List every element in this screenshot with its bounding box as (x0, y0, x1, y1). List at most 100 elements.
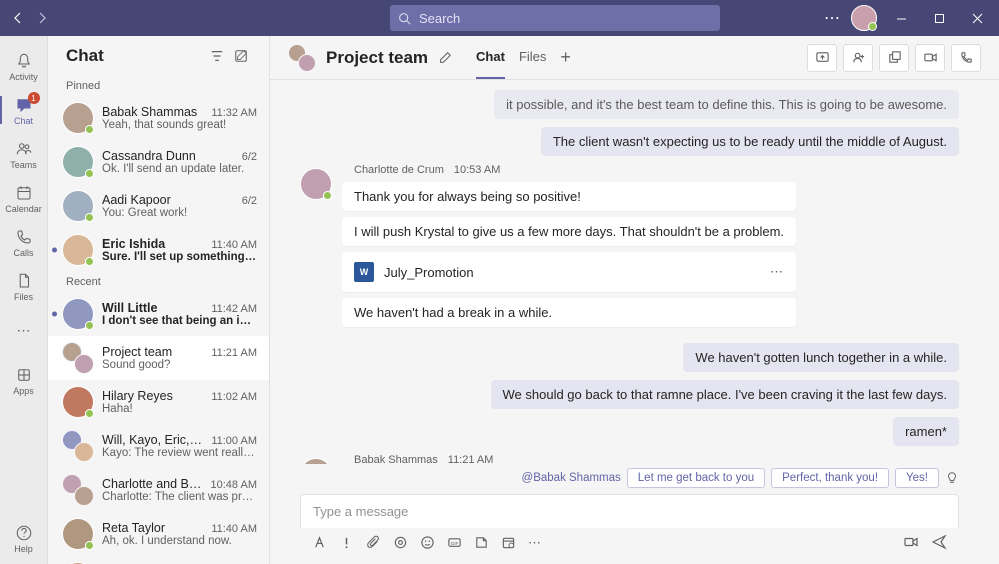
chat-name: Aadi Kapoor (102, 193, 236, 207)
chat-time: 10:48 AM (211, 479, 257, 491)
rail-label: Files (14, 292, 33, 302)
emoji-icon[interactable] (420, 535, 435, 550)
camera-icon[interactable] (903, 534, 919, 550)
chat-row[interactable]: Aadi Kapoor6/2You: Great work! (48, 184, 269, 228)
message-time: 11:21 AM (448, 454, 494, 464)
more-icon: ⋯ (14, 320, 34, 340)
chat-time: 11:32 AM (211, 107, 257, 119)
phone-icon (14, 227, 34, 247)
search-input[interactable] (419, 11, 712, 26)
message-outgoing: it possible, and it's the best team to d… (494, 90, 959, 119)
nav-back[interactable] (6, 6, 30, 30)
rail-apps[interactable]: Apps (0, 360, 48, 400)
avatar (62, 518, 94, 550)
compose-input[interactable]: Type a message (300, 494, 959, 528)
avatar (62, 190, 94, 222)
chat-time: 11:42 AM (211, 303, 257, 315)
rail-label: Calls (13, 248, 33, 258)
sticker-icon[interactable] (474, 535, 489, 550)
message-outgoing: We should go back to that ramne place. I… (491, 380, 960, 409)
titlebar: ⋯ (0, 0, 999, 36)
window-close[interactable] (963, 4, 991, 32)
avatar (300, 168, 332, 200)
chat-row[interactable]: Will, Kayo, Eric, +511:00 AMKayo: The re… (48, 424, 269, 468)
chat-name: Reta Taylor (102, 521, 205, 535)
chat-name: Hilary Reyes (102, 389, 205, 403)
video-call-icon[interactable] (915, 44, 945, 72)
attachment-more-icon[interactable]: ⋯ (770, 264, 784, 280)
chat-name: Eric Ishida (102, 237, 205, 251)
message-incoming: I will push Krystal to give us a few mor… (342, 217, 796, 246)
priority-icon[interactable] (339, 535, 354, 550)
rail-more[interactable]: ⋯ (0, 310, 48, 350)
rail-label: Calendar (5, 204, 42, 214)
rail-teams[interactable]: Teams (0, 134, 48, 174)
message-attachment[interactable]: W July_Promotion ⋯ (342, 252, 796, 292)
nav-forward[interactable] (30, 6, 54, 30)
audio-call-icon[interactable] (951, 44, 981, 72)
suggest-reply[interactable]: Yes! (895, 468, 939, 488)
loop-icon[interactable] (393, 535, 408, 550)
message-list[interactable]: it possible, and it's the best team to d… (270, 80, 999, 464)
search-box[interactable] (390, 5, 720, 31)
tab-chat[interactable]: Chat (476, 36, 505, 79)
chat-badge: 1 (28, 92, 40, 104)
rail-label: Apps (13, 386, 34, 396)
suggest-reply[interactable]: Perfect, thank you! (771, 468, 889, 488)
app-rail: Activity 1 Chat Teams Calendar Calls Fil… (0, 36, 48, 564)
section-recent: Recent (48, 272, 269, 292)
window-maximize[interactable] (925, 4, 953, 32)
add-people-icon[interactable] (843, 44, 873, 72)
chat-row[interactable]: Eric Ishida11:40 AMSure. I'll set up som… (48, 228, 269, 272)
calendar-icon (14, 183, 34, 203)
popout-icon[interactable] (879, 44, 909, 72)
more-compose-icon[interactable]: ⋯ (528, 535, 541, 550)
edit-title-icon[interactable] (438, 51, 452, 65)
avatar (62, 234, 94, 266)
chat-list: Chat Pinned Babak Shammas11:32 AMYeah, t… (48, 36, 270, 564)
rail-help[interactable]: Help (0, 518, 48, 558)
new-chat-button[interactable] (229, 44, 253, 68)
schedule-icon[interactable] (501, 535, 516, 550)
rail-label: Activity (9, 72, 38, 82)
add-tab-button[interactable]: + (560, 47, 571, 68)
lightbulb-icon[interactable] (945, 471, 959, 485)
rail-chat[interactable]: 1 Chat (0, 90, 48, 130)
bell-icon (14, 51, 34, 71)
avatar (62, 386, 94, 418)
conversation-title: Project team (326, 48, 428, 68)
chat-time: 11:40 AM (211, 239, 257, 251)
file-icon (14, 271, 34, 291)
rail-calls[interactable]: Calls (0, 222, 48, 262)
chat-row[interactable]: Joshua VanBuren10:29 AMThanks for review… (48, 556, 269, 564)
attach-icon[interactable] (366, 535, 381, 550)
chat-row[interactable]: Will Little11:42 AMI don't see that bein… (48, 292, 269, 336)
chat-name: Project team (102, 345, 205, 359)
chat-row[interactable]: Hilary Reyes11:02 AMHaha! (48, 380, 269, 424)
chat-row[interactable]: Project team11:21 AMSound good? (48, 336, 269, 380)
rail-label: Chat (14, 116, 33, 126)
chat-row[interactable]: Reta Taylor11:40 AMAh, ok. I understand … (48, 512, 269, 556)
attachment-name: July_Promotion (384, 265, 474, 280)
tab-files[interactable]: Files (519, 36, 546, 79)
chatlist-title: Chat (66, 46, 205, 66)
chat-preview: Haha! (102, 403, 257, 415)
suggest-reply[interactable]: Let me get back to you (627, 468, 765, 488)
screenshare-icon[interactable] (807, 44, 837, 72)
settings-more-icon[interactable]: ⋯ (824, 8, 841, 28)
chat-preview: Kayo: The review went really well! Can't… (102, 447, 257, 459)
rail-files[interactable]: Files (0, 266, 48, 306)
profile-avatar[interactable] (851, 5, 877, 31)
chat-row[interactable]: Charlotte and Babak10:48 AMCharlotte: Th… (48, 468, 269, 512)
rail-calendar[interactable]: Calendar (0, 178, 48, 218)
rail-activity[interactable]: Activity (0, 46, 48, 86)
send-icon[interactable] (931, 534, 947, 550)
chat-row[interactable]: Babak Shammas11:32 AMYeah, that sounds g… (48, 96, 269, 140)
avatar (62, 342, 94, 374)
filter-button[interactable] (205, 44, 229, 68)
window-minimize[interactable] (887, 4, 915, 32)
chat-time: 11:21 AM (211, 347, 257, 359)
format-icon[interactable] (312, 535, 327, 550)
gif-icon[interactable]: GIF (447, 535, 462, 550)
chat-row[interactable]: Cassandra Dunn6/2Ok. I'll send an update… (48, 140, 269, 184)
